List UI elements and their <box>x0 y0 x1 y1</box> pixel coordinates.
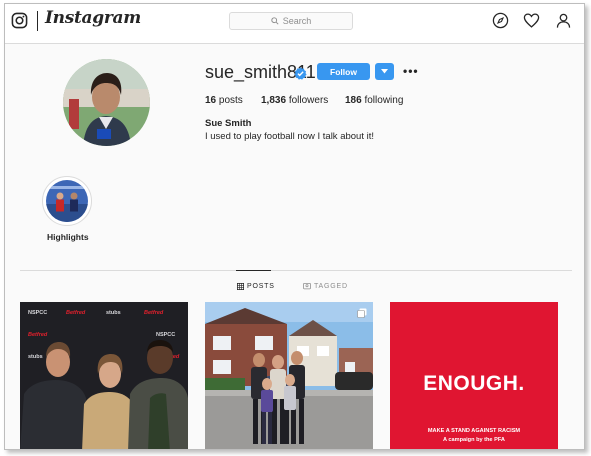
top-navigation-bar: Instagram Search <box>5 4 584 44</box>
suggested-accounts-dropdown-button[interactable] <box>375 63 394 80</box>
highlight-thumbnail[interactable] <box>42 176 92 226</box>
sponsor-banner-text: Betfred <box>66 310 86 316</box>
sponsor-banner-text: stubs <box>106 310 121 316</box>
grid-icon <box>237 283 244 290</box>
sponsor-banner-text: NSPCC <box>28 310 47 316</box>
highlight-label[interactable]: Highlights <box>47 232 89 242</box>
follow-button[interactable]: Follow <box>317 63 370 80</box>
compass-icon[interactable] <box>492 12 509 29</box>
verified-badge-icon <box>294 67 307 80</box>
browser-frame: Instagram Search sue_smith811 Follow •••… <box>4 3 585 450</box>
post-thumbnail-3[interactable]: ENOUGH. MAKE A STAND AGAINST RACISM A ca… <box>390 302 558 449</box>
profile-full-name: Sue Smith <box>205 118 252 129</box>
heart-icon[interactable] <box>523 12 540 29</box>
chevron-down-icon <box>381 69 388 74</box>
search-icon <box>271 17 279 25</box>
multiple-posts-icon <box>357 308 367 318</box>
more-options-icon[interactable]: ••• <box>403 64 419 78</box>
tab-tagged-label: TAGGED <box>314 283 348 290</box>
followers-label: followers <box>288 95 329 106</box>
followers-count: 1,836 <box>261 95 287 106</box>
profile-bio: I used to play football now I talk about… <box>205 131 374 142</box>
post-thumbnail-2[interactable] <box>205 302 373 449</box>
post-thumbnail-1[interactable]: NSPCC Betfred stubs Betfred Betfred NSPC… <box>20 302 188 449</box>
sponsor-banner-text: NSPCC <box>156 332 175 338</box>
sponsor-banner-text: Betfred <box>28 332 48 338</box>
instagram-wordmark[interactable]: Instagram <box>45 8 141 28</box>
tab-posts-label: POSTS <box>247 283 275 290</box>
active-tab-indicator <box>236 270 271 271</box>
highlight-image <box>46 180 88 222</box>
user-icon[interactable] <box>555 12 572 29</box>
tabs-divider <box>20 270 572 271</box>
instagram-glyph-icon[interactable] <box>11 12 28 29</box>
posts-stat[interactable]: 16 posts <box>205 95 243 106</box>
followers-stat[interactable]: 1,836 followers <box>261 95 328 106</box>
post-campaign-credit: A campaign by the PFA <box>443 437 505 443</box>
search-input[interactable]: Search <box>229 12 353 30</box>
post-campaign-line: MAKE A STAND AGAINST RACISM <box>427 428 521 434</box>
tab-posts[interactable]: POSTS <box>237 283 275 290</box>
following-count: 186 <box>345 95 362 106</box>
post-headline: ENOUGH. <box>423 372 525 395</box>
logo-separator <box>37 11 38 31</box>
profile-avatar[interactable] <box>63 59 150 146</box>
sponsor-banner-text: stubs <box>28 354 43 360</box>
tab-tagged[interactable]: TAGGED <box>303 283 348 290</box>
sponsor-banner-text: Betfred <box>144 310 164 316</box>
following-stat[interactable]: 186 following <box>345 95 403 106</box>
following-label: following <box>364 95 404 106</box>
posts-count: 16 <box>205 95 217 106</box>
posts-label: posts <box>218 95 243 106</box>
tag-icon <box>303 283 311 290</box>
search-placeholder: Search <box>282 16 312 26</box>
